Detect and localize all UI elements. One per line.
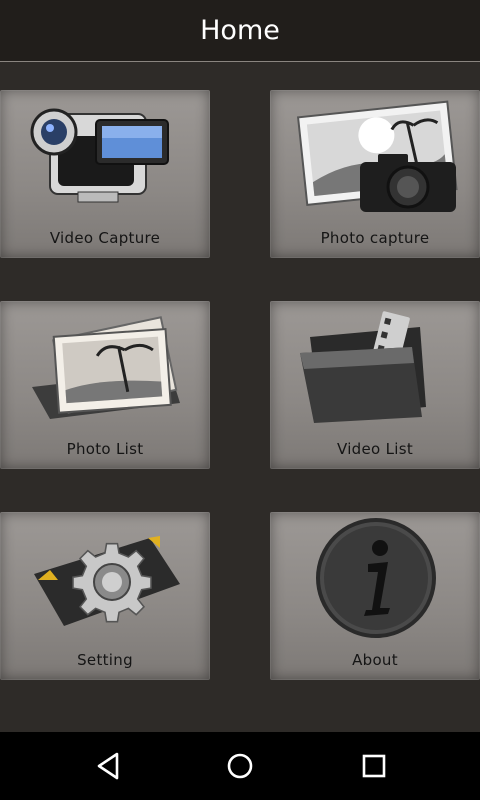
about-button[interactable]: About (270, 512, 480, 680)
back-icon[interactable] (88, 746, 128, 786)
tile-label: Video List (336, 440, 413, 458)
camcorder-icon (30, 108, 169, 203)
info-icon (316, 518, 436, 638)
photo-camera-icon (296, 100, 458, 212)
home-grid: Video Capture Photo capture Photo List V… (0, 62, 480, 732)
tile-label: Video Capture (49, 229, 161, 247)
navigation-bar (0, 732, 480, 800)
video-list-button[interactable]: Video List (270, 301, 480, 469)
photo-capture-button[interactable]: Photo capture (270, 90, 480, 258)
video-capture-button[interactable]: Video Capture (0, 90, 210, 258)
gear-icon (34, 536, 180, 626)
tile-label: About (352, 651, 398, 669)
recents-icon[interactable] (354, 746, 394, 786)
tile-label: Setting (77, 651, 133, 669)
app-bar: Home (0, 0, 480, 62)
film-folder-icon (300, 311, 426, 423)
photo-stack-icon (32, 316, 180, 419)
home-icon[interactable] (220, 746, 260, 786)
photo-list-button[interactable]: Photo List (0, 301, 210, 469)
setting-button[interactable]: Setting (0, 512, 210, 680)
page-title: Home (200, 15, 280, 46)
tile-label: Photo capture (320, 229, 430, 247)
tile-label: Photo List (66, 440, 144, 458)
